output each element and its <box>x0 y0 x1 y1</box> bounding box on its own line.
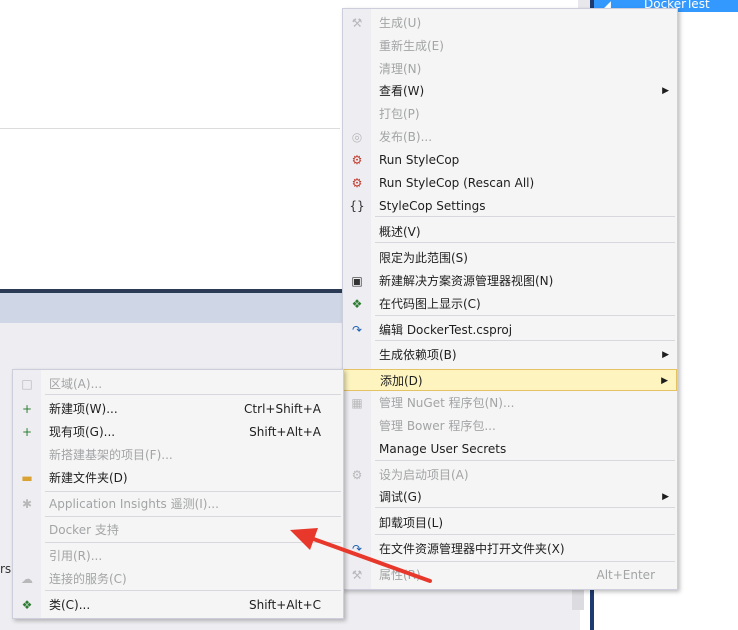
annotation-arrow <box>290 528 432 583</box>
